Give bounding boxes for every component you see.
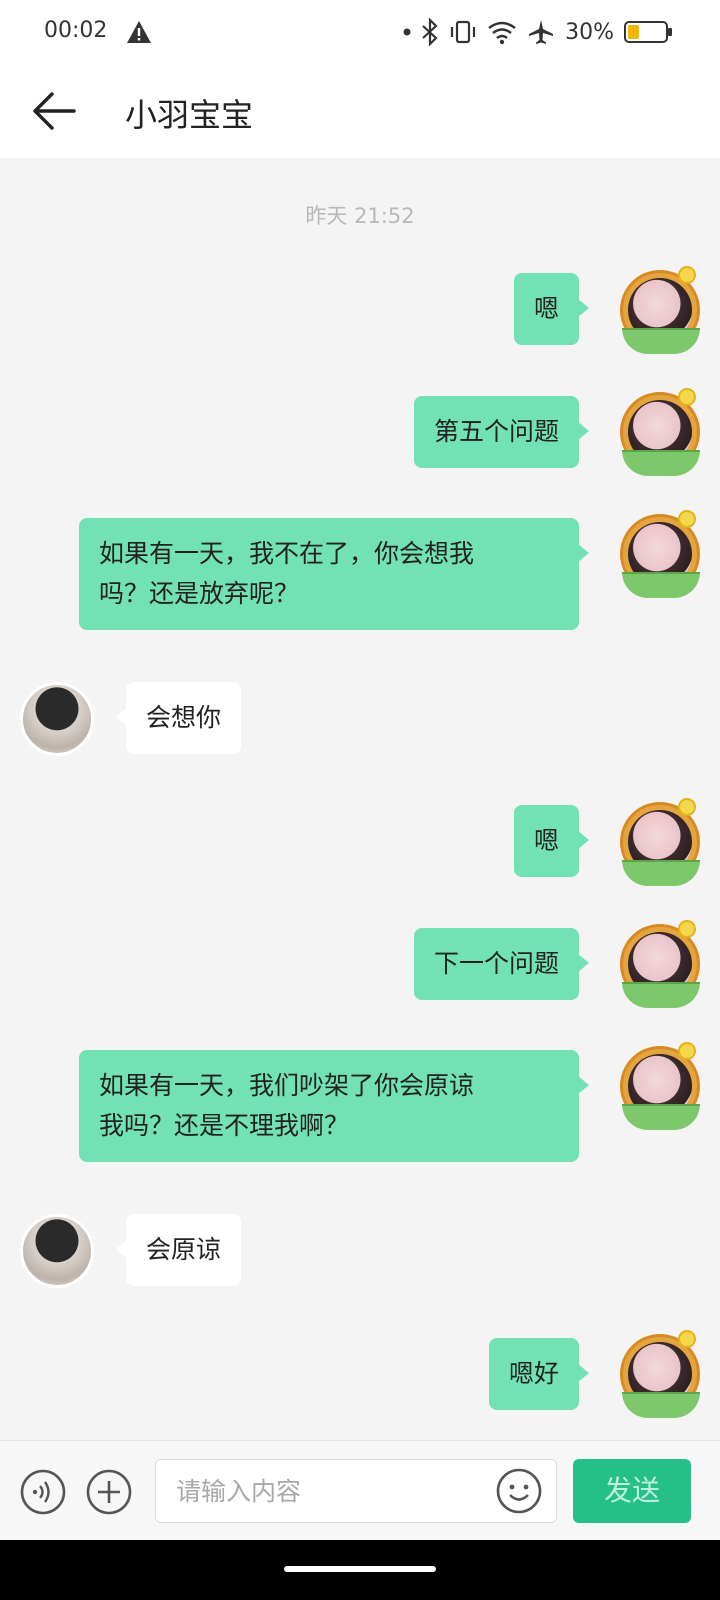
message-text: 会想你 — [146, 703, 222, 732]
input-bar: 发送 — [0, 1440, 720, 1540]
self-avatar[interactable] — [616, 1042, 704, 1130]
vibrate-icon — [450, 20, 476, 44]
home-indicator[interactable] — [284, 1566, 436, 1572]
battery-level-fill — [628, 25, 639, 39]
message-input[interactable] — [174, 1468, 494, 1514]
self-avatar[interactable] — [616, 798, 704, 886]
message-text-line: 如果有一天，我们吵架了你会原谅 — [99, 1071, 475, 1100]
send-button[interactable]: 发送 — [573, 1459, 691, 1523]
message-bubble[interactable]: 如果有一天，我们吵架了你会原谅 我吗？还是不理我啊？ — [79, 1050, 589, 1162]
self-avatar[interactable] — [616, 266, 704, 354]
message-text: 嗯 — [533, 826, 559, 855]
status-bar: 00:02 30% — [0, 0, 720, 66]
message-input-box[interactable] — [155, 1459, 557, 1523]
message-text: 下一个问题 — [433, 949, 559, 978]
emoji-icon[interactable] — [496, 1468, 542, 1514]
self-avatar[interactable] — [616, 388, 704, 476]
message-timestamp: 昨天 21:52 — [305, 204, 415, 228]
self-avatar[interactable] — [616, 1330, 704, 1418]
message-text-line: 我吗？还是不理我啊？ — [99, 1111, 350, 1140]
message-text: 会原谅 — [146, 1235, 222, 1264]
chat-header: 小羽宝宝 — [0, 66, 720, 158]
message-bubble[interactable]: 嗯 — [513, 273, 590, 345]
voice-icon[interactable] — [20, 1469, 66, 1515]
battery-icon — [624, 21, 672, 43]
message-bubble[interactable]: 嗯好 — [488, 1338, 590, 1410]
chat-title: 小羽宝宝 — [125, 96, 254, 134]
self-avatar[interactable] — [616, 510, 704, 598]
contact-avatar[interactable] — [20, 1214, 94, 1288]
wifi-icon — [488, 21, 516, 45]
message-bubble[interactable]: 下一个问题 — [413, 928, 590, 1000]
chat-message-list[interactable]: 昨天 21:52 嗯 第五个问题 如果有一天，我不在了，你会想我 吗？还是放弃呢… — [0, 158, 720, 1470]
message-bubble[interactable]: 会原谅 — [115, 1214, 242, 1286]
message-text: 第五个问题 — [433, 417, 559, 446]
bluetooth-icon — [422, 18, 438, 46]
system-nav-bar — [0, 1540, 720, 1600]
airplane-icon — [529, 20, 554, 44]
message-bubble[interactable]: 第五个问题 — [413, 396, 590, 468]
dot-icon — [403, 28, 411, 36]
message-bubble[interactable]: 会想你 — [115, 682, 242, 754]
self-avatar[interactable] — [616, 920, 704, 1008]
message-text: 嗯 — [533, 294, 559, 323]
arrow-left-icon[interactable] — [30, 86, 80, 136]
alert-icon — [127, 21, 151, 43]
status-icons: 30% — [403, 16, 672, 48]
message-text-line: 吗？还是放弃呢？ — [99, 579, 300, 608]
message-bubble[interactable]: 如果有一天，我不在了，你会想我 吗？还是放弃呢？ — [79, 518, 589, 630]
message-bubble[interactable]: 嗯 — [513, 805, 590, 877]
message-text: 嗯好 — [508, 1359, 559, 1388]
contact-avatar[interactable] — [20, 682, 94, 756]
battery-percent: 30% — [565, 19, 614, 45]
message-text-line: 如果有一天，我不在了，你会想我 — [99, 539, 475, 568]
status-time: 00:02 — [44, 18, 108, 43]
plus-icon[interactable] — [86, 1469, 132, 1515]
